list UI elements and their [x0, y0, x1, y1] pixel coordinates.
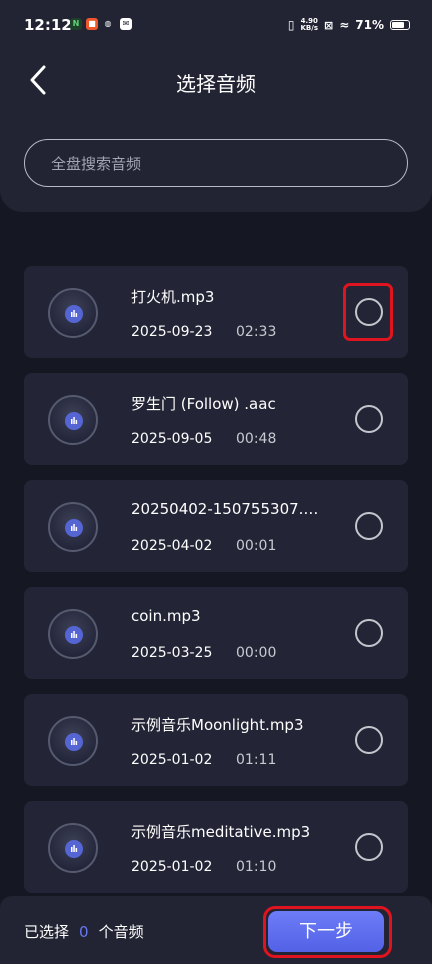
file-duration: 00:00: [236, 645, 277, 661]
select-radio[interactable]: [355, 833, 383, 861]
select-radio[interactable]: [355, 405, 383, 433]
status-indicators: ▯ 4.90 KB/s ⊠ ≈ 71%: [288, 15, 410, 35]
file-duration: 02:33: [236, 324, 277, 340]
selected-count: 0: [79, 923, 89, 941]
file-name: 打火机.mp3: [131, 288, 215, 306]
audio-file-icon: [48, 609, 98, 659]
file-date: 2025-03-25: [131, 645, 213, 661]
file-duration: 00:01: [236, 538, 277, 554]
file-duration: 01:10: [236, 859, 277, 875]
file-name: 示例音乐meditative.mp3: [131, 823, 311, 841]
bottom-bar: 已选择 0 个音频 下一步: [0, 896, 432, 964]
network-speed: 4.90 KB/s: [301, 18, 318, 32]
audio-item[interactable]: 罗生门 (Follow) .aac 2025-09-05 00:48: [24, 373, 408, 465]
selected-prefix: 已选择: [24, 923, 70, 941]
weibo-icon: ◍: [104, 19, 112, 28]
message-icon: ✉: [120, 18, 132, 30]
audio-file-icon: [48, 716, 98, 766]
network-speed-unit: KB/s: [300, 24, 318, 32]
select-radio[interactable]: [355, 726, 383, 754]
search-box[interactable]: [24, 139, 408, 187]
audio-item[interactable]: 20250402-150755307.… 2025-04-02 00:01: [24, 480, 408, 572]
wifi-icon: ≈: [339, 18, 350, 32]
status-bar: 12:12 N ■ ◍ ✉ ▯ 4.90 KB/s ⊠ ≈ 71%: [0, 0, 432, 52]
status-time: 12:12: [24, 16, 72, 34]
file-duration: 01:11: [236, 752, 277, 768]
file-date: 2025-01-02: [131, 859, 213, 875]
vibrate-icon: ▯: [287, 18, 295, 32]
audio-item[interactable]: 示例音乐Moonlight.mp3 2025-01-02 01:11: [24, 694, 408, 786]
search-input[interactable]: [49, 140, 383, 187]
battery-icon: [390, 20, 410, 30]
select-radio[interactable]: [355, 619, 383, 647]
audio-file-list: 打火机.mp3 2025-09-23 02:33 罗生门 (Follow) .a…: [24, 266, 408, 908]
file-date: 2025-04-02: [131, 538, 213, 554]
select-radio[interactable]: [355, 512, 383, 540]
page-title: 选择音频: [176, 72, 256, 96]
select-radio[interactable]: [355, 298, 383, 326]
selected-suffix: 个音频: [98, 923, 144, 941]
selected-summary: 已选择 0 个音频: [24, 921, 144, 942]
file-duration: 00:48: [236, 431, 277, 447]
header: 选择音频: [0, 52, 432, 212]
audio-file-icon: [48, 823, 98, 873]
n-app-icon: N: [70, 18, 82, 30]
battery-percent: 71%: [355, 18, 384, 32]
file-name: coin.mp3: [131, 607, 201, 625]
audio-item[interactable]: 示例音乐meditative.mp3 2025-01-02 01:10: [24, 801, 408, 893]
no-sim-icon: ⊠: [323, 18, 334, 32]
file-name: 罗生门 (Follow) .aac: [131, 395, 276, 413]
file-date: 2025-09-23: [131, 324, 213, 340]
next-step-button[interactable]: 下一步: [268, 911, 384, 952]
file-date: 2025-09-05: [131, 431, 213, 447]
file-name: 20250402-150755307.…: [131, 500, 319, 518]
audio-file-icon: [48, 395, 98, 445]
audio-item[interactable]: coin.mp3 2025-03-25 00:00: [24, 587, 408, 679]
audio-file-icon: [48, 502, 98, 552]
audio-file-icon: [48, 288, 98, 338]
orange-app-icon: ■: [86, 18, 98, 30]
file-date: 2025-01-02: [131, 752, 213, 768]
audio-item[interactable]: 打火机.mp3 2025-09-23 02:33: [24, 266, 408, 358]
file-name: 示例音乐Moonlight.mp3: [131, 716, 304, 734]
